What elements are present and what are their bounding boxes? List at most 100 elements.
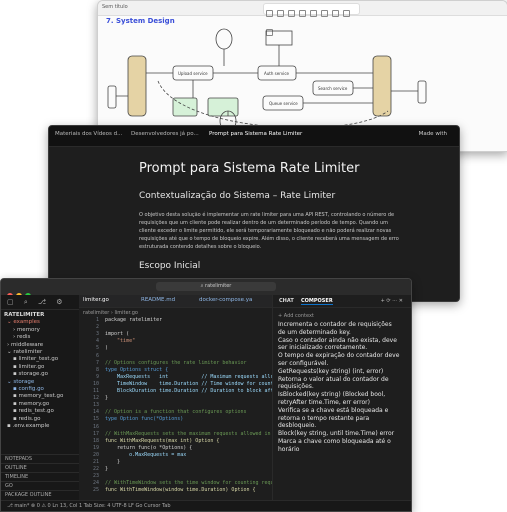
file-tree-file[interactable]: ▪ limiter.go: [1, 364, 79, 371]
sidebar-panels: NOTEPADS OUTLINE TIMELINE GO PACKAGE OUTLINE: [1, 454, 79, 499]
line-number: 10: [92, 380, 99, 387]
file-tree-label: middleware: [10, 341, 44, 348]
command-search-text: ratelimiter: [205, 283, 232, 289]
add-context-button[interactable]: + Add context: [278, 313, 314, 319]
chat-message-line: Incrementa o contador de requisições de …: [278, 321, 392, 336]
file-tree-folder[interactable]: › memory: [1, 327, 79, 334]
code-line[interactable]: MaxRequests int // Maximum requests allo…: [105, 374, 283, 380]
chat-message-line: Verifica se a chave está bloqueada e ret…: [278, 406, 389, 430]
code-line[interactable]: BlockDuration time.Duration // Duration …: [105, 388, 280, 394]
editor-titlebar: ⌕ ratelimiter: [1, 279, 411, 299]
sidebar-panel-header[interactable]: GO: [1, 481, 79, 490]
sidebar-panel-header[interactable]: PACKAGE OUTLINE: [1, 490, 79, 499]
code-line[interactable]: type Option func(*Options): [105, 416, 183, 422]
line-number: 1: [95, 317, 99, 323]
explorer-root[interactable]: RATELIMITER: [1, 312, 79, 319]
chat-message-line: Marca a chave como bloqueada até o horár…: [278, 437, 391, 453]
command-search-input[interactable]: ⌕ ratelimiter: [156, 282, 276, 291]
chat-panel: CHAT COMPOSER + ⟳ ⋯ ✕ + Add context Incr…: [272, 295, 411, 501]
file-tree-label: storage: [13, 378, 35, 385]
line-number: 19: [92, 444, 99, 451]
file-tree-folder[interactable]: › redis: [1, 334, 79, 341]
tab-materiais[interactable]: Materiais dos Vídeos d...: [55, 131, 122, 137]
file-tree-label: memory.go: [18, 400, 50, 407]
explorer-sidebar: ▢ ⌕ ⎇ ⚙ RATELIMITER ⌄ examples › memory › …: [1, 295, 80, 501]
file-tree-file[interactable]: ▪ config.go: [1, 386, 79, 393]
sidebar-panel-header[interactable]: NOTEPADS: [1, 454, 79, 463]
line-number: 6: [95, 352, 99, 359]
file-tree-label: memory: [16, 326, 40, 333]
made-with-label[interactable]: Made with: [419, 131, 447, 137]
sidebar-panel-header[interactable]: TIMELINE: [1, 472, 79, 481]
file-tree-label: limiter.go: [18, 363, 45, 370]
chat-message-line: Caso o contador ainda não exista, deve s…: [278, 336, 397, 352]
line-number: 9: [95, 373, 99, 380]
file-tree-file[interactable]: ▪ limiter_test.go: [1, 356, 79, 363]
chat-header: CHAT COMPOSER + ⟳ ⋯ ✕: [273, 295, 411, 308]
context-paragraph: O objetivo desta solução é implementar u…: [139, 212, 399, 250]
tab-prompt-rate-limiter[interactable]: Prompt para Sistema Rate Limiter: [209, 131, 302, 137]
line-number: 24: [92, 480, 99, 487]
status-bar: ⎇ main* ⊗ 0 ⚠ 0 Ln 13, Col 1 Tab Size: 4…: [1, 500, 411, 511]
editor-tab[interactable]: limiter.go: [83, 297, 109, 303]
code-line[interactable]: o.MaxRequests = max: [105, 452, 186, 458]
code-line[interactable]: TimeWindow time.Duration // Time window …: [105, 381, 283, 387]
code-line[interactable]: }: [105, 459, 120, 465]
file-tree: RATELIMITER ⌄ examples › memory › redis › m…: [1, 310, 79, 431]
file-tree-label: redis: [16, 334, 31, 341]
line-number: 14: [92, 409, 99, 416]
code-line[interactable]: // WithMaxRequests sets the maximum requ…: [105, 431, 283, 437]
auth-service-label: Auth service: [264, 71, 290, 76]
line-number: 22: [92, 466, 99, 473]
explorer-action-icons[interactable]: ▢ ⌕ ⎇ ⚙: [1, 295, 79, 310]
line-number: 16: [92, 423, 99, 430]
line-number: 23: [92, 473, 99, 480]
tab-composer[interactable]: COMPOSER: [301, 298, 333, 305]
line-number: 12: [92, 395, 99, 402]
code-line[interactable]: // Option is a function that configures …: [105, 409, 246, 415]
chat-message-line: GetRequests(key string) (int, error): [278, 367, 384, 375]
file-tree-file[interactable]: ▪ redis_test.go: [1, 408, 79, 415]
code-editor[interactable]: limiter.go README.md docker-compose.ya rat…: [79, 295, 283, 501]
code-line[interactable]: return func(o *Options) {: [105, 445, 192, 451]
line-number: 3: [95, 331, 99, 338]
file-tree-folder[interactable]: › middleware: [1, 342, 79, 349]
code-area[interactable]: 1 package ratelimiter 2 3 import (4 "time" 5)…: [79, 317, 283, 501]
chat-message-line: O tempo de expiração do contador deve se…: [278, 352, 400, 367]
code-line[interactable]: }: [105, 466, 108, 472]
chat-message-line: Retorna o valor atual do contador de req…: [278, 375, 389, 391]
file-tree-file[interactable]: ▪ redis.go: [1, 416, 79, 423]
code-line[interactable]: package ratelimiter: [105, 317, 162, 323]
editor-tab[interactable]: docker-compose.ya: [199, 297, 252, 303]
file-tree-label: redis_test.go: [18, 408, 54, 415]
code-line[interactable]: ): [105, 345, 108, 351]
chat-actions-icons[interactable]: + ⟳ ⋯ ✕: [381, 298, 403, 304]
code-line[interactable]: func WithMaxRequests(max int) Option {: [105, 438, 219, 444]
page-title: Prompt para Sistema Rate Limiter: [139, 161, 360, 176]
editor-tab[interactable]: README.md: [141, 297, 175, 303]
section-heading-context: Contextualização do Sistema – Rate Limit…: [139, 191, 336, 201]
file-tree-folder[interactable]: ⌄ storage: [1, 379, 79, 386]
load-balancer-box: [127, 55, 147, 117]
tab-desenvolvedores[interactable]: Desenvolvedores já po...: [131, 131, 199, 137]
code-line[interactable]: type Options struct {: [105, 367, 168, 373]
code-line[interactable]: // Options configures the rate limiter b…: [105, 360, 246, 366]
file-tree-file[interactable]: ▪ memory_test.go: [1, 393, 79, 400]
file-tree-folder[interactable]: ⌄ ratelimiter: [1, 349, 79, 356]
sidebar-panel-header[interactable]: OUTLINE: [1, 463, 79, 472]
code-line[interactable]: // WithTimeWindow sets the time window f…: [105, 480, 283, 486]
upload-service-label: Upload service: [178, 71, 208, 76]
file-tree-file[interactable]: ▪ .env.example: [1, 423, 79, 430]
tab-chat[interactable]: CHAT: [279, 298, 294, 304]
file-tree-file[interactable]: ▪ memory.go: [1, 401, 79, 408]
code-line[interactable]: "time": [105, 338, 135, 344]
code-line[interactable]: }: [105, 395, 108, 401]
chat-message: Incrementa o contador de requisições de …: [278, 321, 400, 454]
file-tree-folder[interactable]: ⌄ examples: [1, 319, 79, 326]
file-tree-label: redis.go: [18, 415, 41, 422]
line-number: 21: [92, 459, 99, 465]
file-tree-file[interactable]: ▪ storage.go: [1, 371, 79, 378]
line-number: 4: [95, 338, 99, 345]
code-line[interactable]: func WithTimeWindow(window time.Duration…: [105, 487, 256, 493]
code-line[interactable]: import (: [105, 331, 129, 337]
